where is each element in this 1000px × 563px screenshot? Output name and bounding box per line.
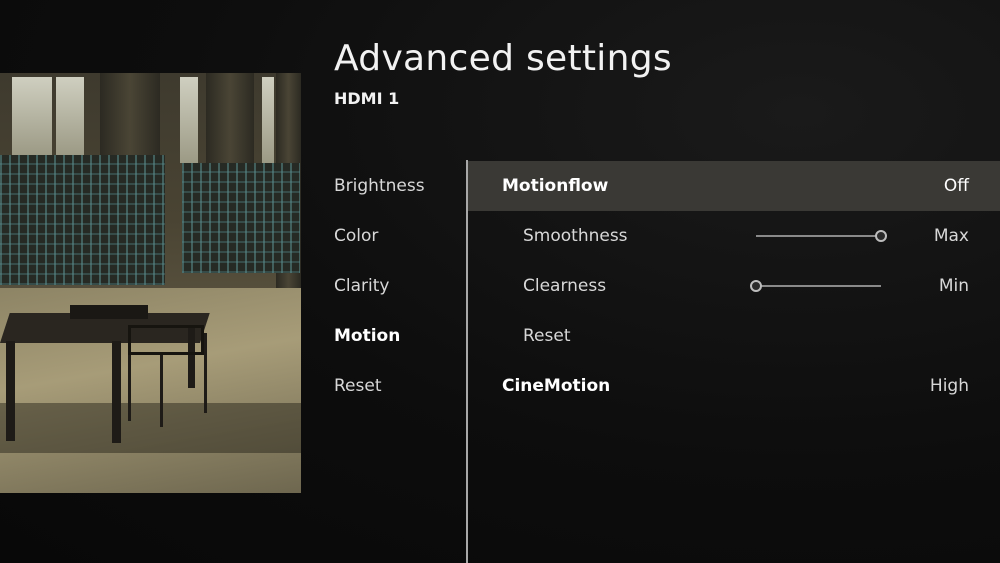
slider-knob[interactable] [875, 230, 887, 242]
preview-device [70, 305, 148, 319]
preview-window [12, 77, 52, 155]
setting-motion-reset[interactable]: Reset [468, 311, 1000, 361]
tv-settings-screen: Advanced settings HDMI 1 Brightness Colo… [0, 0, 1000, 563]
page-title: Advanced settings [334, 38, 672, 79]
setting-label: CineMotion [502, 376, 611, 396]
preview-chair [128, 325, 204, 355]
video-preview [0, 73, 301, 493]
setting-value: Off [943, 176, 969, 196]
input-source-label: HDMI 1 [334, 89, 400, 108]
preview-chair-leg [204, 333, 207, 413]
preview-window [56, 77, 84, 155]
setting-value: Max [933, 226, 969, 246]
motion-settings-list: Motionflow Off Smoothness Max Clearness … [468, 161, 1000, 411]
preview-table-leg [112, 341, 121, 443]
category-reset[interactable]: Reset [334, 361, 464, 411]
smoothness-slider[interactable] [756, 230, 887, 242]
preview-chair-leg [128, 355, 131, 421]
category-clarity[interactable]: Clarity [334, 261, 464, 311]
preview-server-rack [182, 163, 300, 273]
preview-server-rack [0, 155, 165, 285]
setting-cinemotion[interactable]: CineMotion High [468, 361, 1000, 411]
setting-value: Min [938, 276, 969, 296]
setting-clearness[interactable]: Clearness Min [468, 261, 1000, 311]
category-menu: Brightness Color Clarity Motion Reset [334, 161, 464, 411]
setting-smoothness[interactable]: Smoothness Max [468, 211, 1000, 261]
setting-label: Motionflow [502, 176, 609, 196]
category-brightness[interactable]: Brightness [334, 161, 464, 211]
category-motion[interactable]: Motion [334, 311, 464, 361]
preview-chair-leg [160, 355, 163, 427]
preview-window [262, 77, 274, 163]
setting-label: Reset [523, 326, 571, 346]
preview-window [180, 77, 198, 163]
setting-label: Clearness [523, 276, 607, 296]
clearness-slider[interactable] [750, 280, 881, 292]
setting-motionflow[interactable]: Motionflow Off [468, 161, 1000, 211]
preview-table-leg [6, 341, 15, 441]
setting-label: Smoothness [523, 226, 628, 246]
slider-knob[interactable] [750, 280, 762, 292]
category-color[interactable]: Color [334, 211, 464, 261]
preview-shadow [0, 403, 301, 453]
setting-value: High [929, 376, 969, 396]
